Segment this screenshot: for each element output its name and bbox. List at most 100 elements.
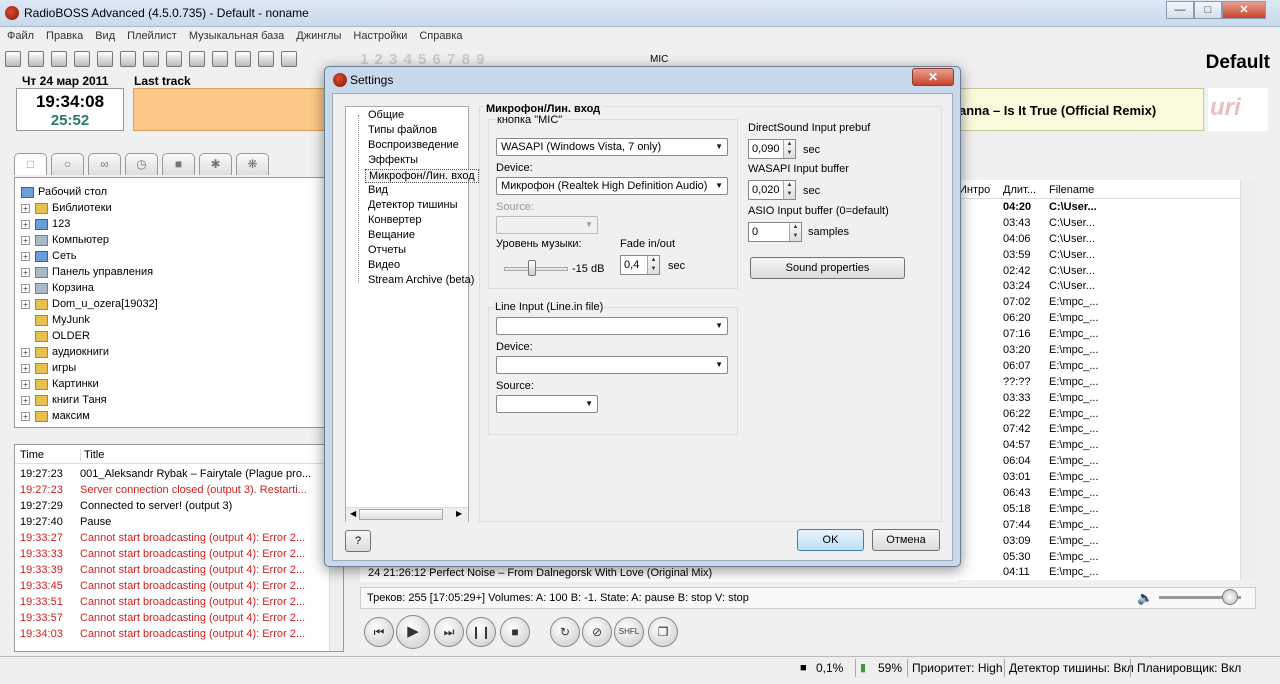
- tab-video[interactable]: ■: [162, 153, 195, 175]
- repeat-button[interactable]: ↻: [550, 617, 580, 647]
- tree-item[interactable]: + максим: [15, 408, 343, 424]
- maximize-button[interactable]: □: [1194, 1, 1222, 19]
- stop-button[interactable]: ■: [500, 617, 530, 647]
- window-titlebar[interactable]: RadioBOSS Advanced (4.5.0.735) - Default…: [0, 0, 1280, 27]
- copy-playlist-button[interactable]: ❐: [648, 617, 678, 647]
- minimize-button[interactable]: —: [1166, 1, 1194, 19]
- log-row[interactable]: 19:33:27 Cannot start broadcasting (outpu…: [15, 530, 343, 546]
- tree-item[interactable]: + Компьютер: [15, 232, 343, 248]
- settings-nav-item[interactable]: Вид: [368, 184, 388, 196]
- ok-button[interactable]: OK: [797, 529, 864, 551]
- playlist-col-intro[interactable]: Интро: [959, 184, 990, 196]
- playlist-row[interactable]: 03:33 E:\mpc_...: [958, 390, 1240, 406]
- menu-jingles[interactable]: Джинглы: [289, 27, 346, 42]
- settings-nav-item[interactable]: Вещание: [368, 229, 415, 241]
- line-source-select[interactable]: [496, 395, 598, 413]
- speaker-icon[interactable]: 🔈: [1137, 590, 1153, 606]
- tree-item[interactable]: MyJunk: [15, 312, 343, 328]
- spin-arrows-icon[interactable]: ▲ ▼: [783, 181, 795, 199]
- playlist-row[interactable]: 03:24 C:\User...: [958, 278, 1240, 294]
- log-col-title[interactable]: Title: [80, 449, 104, 461]
- tab-search[interactable]: ○: [51, 153, 84, 175]
- log-row[interactable]: 19:27:40 Pause: [15, 514, 343, 530]
- log-row[interactable]: 19:33:39 Cannot start broadcasting (outpu…: [15, 562, 343, 578]
- pause-button[interactable]: ❙❙: [466, 617, 496, 647]
- mic-label[interactable]: MIC: [650, 54, 668, 65]
- close-window-button[interactable]: ✕: [1222, 1, 1266, 19]
- playlist-row[interactable]: 06:22 E:\mpc_...: [958, 406, 1240, 422]
- tab-plugins[interactable]: ✱: [199, 153, 232, 175]
- log-row[interactable]: 19:33:57 Cannot start broadcasting (outpu…: [15, 610, 343, 626]
- tab-history[interactable]: ◷: [125, 153, 158, 175]
- menu-playlist[interactable]: Плейлист: [120, 27, 182, 42]
- paste-icon[interactable]: [143, 51, 159, 67]
- ds-prebuf-spinner[interactable]: 0,090 ▲ ▼: [748, 139, 796, 159]
- cut-icon[interactable]: [97, 51, 113, 67]
- playlist-row-24[interactable]: 24 21:26:12 Perfect Noise – From Dalnego…: [360, 567, 958, 582]
- spin-arrows-icon[interactable]: ▲ ▼: [647, 256, 659, 274]
- playlist-row[interactable]: 02:42 C:\User...: [958, 263, 1240, 279]
- log-col-time[interactable]: Time: [20, 449, 44, 461]
- open-icon[interactable]: [28, 51, 44, 67]
- move-up-icon[interactable]: [212, 51, 228, 67]
- expand-icon[interactable]: +: [21, 379, 30, 389]
- settings-nav-item[interactable]: Stream Archive (beta): [368, 274, 474, 286]
- tree-item[interactable]: + аудиокниги: [15, 344, 343, 360]
- spin-arrows-icon[interactable]: ▲ ▼: [783, 140, 795, 158]
- playlist-col-filename[interactable]: Filename: [1049, 184, 1094, 196]
- line-input-select[interactable]: [496, 317, 728, 335]
- menu-settings[interactable]: Настройки: [346, 27, 412, 42]
- playlist-row[interactable]: 06:07 E:\mpc_...: [958, 358, 1240, 374]
- copy-icon[interactable]: [120, 51, 136, 67]
- expand-icon[interactable]: +: [21, 347, 30, 357]
- move-down-icon[interactable]: [235, 51, 251, 67]
- mic-mode-select[interactable]: WASAPI (Windows Vista, 7 only): [496, 138, 728, 156]
- expand-icon[interactable]: +: [21, 203, 30, 213]
- tree-item[interactable]: OLDER: [15, 328, 343, 344]
- log-row[interactable]: 19:27:23 001_Aleksandr Rybak – Fairytale …: [15, 466, 343, 482]
- next-button[interactable]: ⏭: [434, 617, 464, 647]
- playlist-row[interactable]: 03:01 E:\mpc_...: [958, 469, 1240, 485]
- fade-spinner[interactable]: 0,4 ▲ ▼: [620, 255, 660, 275]
- expand-icon[interactable]: +: [21, 363, 30, 373]
- playlist-row[interactable]: ??:?? E:\mpc_...: [958, 374, 1240, 390]
- expand-icon[interactable]: +: [21, 235, 30, 245]
- play-button[interactable]: ▶: [396, 615, 430, 649]
- menu-music-library[interactable]: Музыкальная база: [182, 27, 289, 42]
- settings-nav-item[interactable]: Общие: [368, 109, 404, 121]
- playlist-row[interactable]: 07:02 E:\mpc_...: [958, 294, 1240, 310]
- settings-nav-item[interactable]: Эффекты: [368, 154, 418, 166]
- expand-icon[interactable]: +: [21, 267, 30, 277]
- prev-button[interactable]: ⏮: [364, 617, 394, 647]
- tree-item[interactable]: + книги Таня: [15, 392, 343, 408]
- mic-device-select[interactable]: Микрофон (Realtek High Definition Audio): [496, 177, 728, 195]
- settings-close-button[interactable]: ✕: [912, 68, 954, 86]
- playlist-row[interactable]: 03:20 E:\mpc_...: [958, 342, 1240, 358]
- disable-button[interactable]: ⊘: [582, 617, 612, 647]
- settings-nav-item[interactable]: Видео: [368, 259, 400, 271]
- tree-item[interactable]: + Корзина: [15, 280, 343, 296]
- save-icon[interactable]: [51, 51, 67, 67]
- playlist-row[interactable]: 06:20 E:\mpc_...: [958, 310, 1240, 326]
- shuffle-button[interactable]: SHFL: [614, 617, 644, 647]
- tab-links[interactable]: ∞: [88, 153, 121, 175]
- sound-properties-button[interactable]: Sound properties: [750, 257, 905, 279]
- playlist-row[interactable]: 04:57 E:\mpc_...: [958, 437, 1240, 453]
- menu-file[interactable]: Файл: [0, 27, 39, 42]
- menu-edit[interactable]: Правка: [39, 27, 88, 42]
- playlist-row[interactable]: 04:06 C:\User...: [958, 231, 1240, 247]
- cancel-button[interactable]: Отмена: [872, 529, 940, 551]
- undo-icon[interactable]: [166, 51, 182, 67]
- menu-help[interactable]: Справка: [412, 27, 467, 42]
- spin-arrows-icon[interactable]: ▲ ▼: [789, 223, 801, 241]
- tree-item[interactable]: +123: [15, 216, 343, 232]
- tree-item[interactable]: Рабочий стол: [15, 184, 343, 200]
- log-row[interactable]: 19:34:03 Cannot start broadcasting (outpu…: [15, 626, 343, 642]
- playlist-row[interactable]: 04:11 E:\mpc_...: [958, 564, 1240, 580]
- tab-extras[interactable]: ❋: [236, 153, 269, 175]
- expand-icon[interactable]: +: [21, 299, 30, 309]
- tree-item[interactable]: + Картинки: [15, 376, 343, 392]
- menu-view[interactable]: Вид: [88, 27, 120, 42]
- save-as-icon[interactable]: [74, 51, 90, 67]
- settings-nav-item[interactable]: Микрофон/Лин. вход: [365, 169, 479, 183]
